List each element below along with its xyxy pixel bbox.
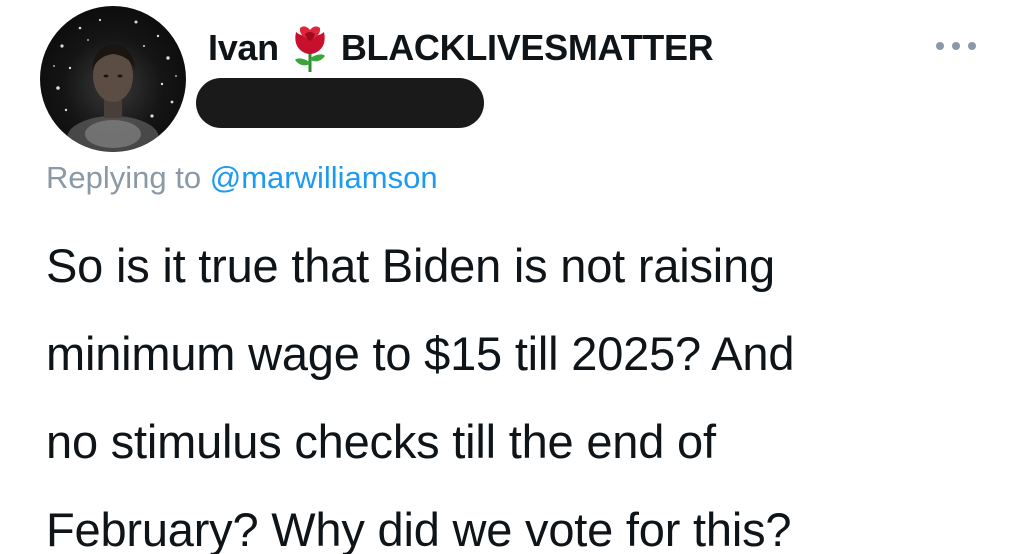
tweet-text-line: So is it true that Biden is not raising bbox=[46, 239, 775, 292]
more-options-button[interactable] bbox=[936, 34, 976, 58]
redacted-handle bbox=[196, 78, 484, 128]
replying-to: Replying to @marwilliamson bbox=[46, 160, 438, 196]
tweet-card: Ivan BLACKLIVESMATTER Replying to @marwi… bbox=[0, 0, 1024, 554]
rose-icon bbox=[287, 22, 333, 74]
avatar-image bbox=[53, 18, 177, 152]
more-horizontal-icon bbox=[952, 42, 960, 50]
tweet-text: So is it true that Biden is not raising … bbox=[46, 222, 1006, 554]
tweet-text-line: February? Why did we vote for this? bbox=[46, 503, 792, 554]
reply-mention-link[interactable]: @marwilliamson bbox=[210, 160, 438, 195]
more-horizontal-icon bbox=[936, 42, 944, 50]
tweet-text-line: minimum wage to $15 till 2025? And bbox=[46, 327, 795, 380]
avatar[interactable] bbox=[40, 6, 186, 152]
display-name-suffix[interactable]: BLACKLIVESMATTER bbox=[341, 27, 714, 69]
display-name[interactable]: Ivan bbox=[208, 27, 279, 69]
more-horizontal-icon bbox=[968, 42, 976, 50]
replying-to-label: Replying to bbox=[46, 160, 202, 195]
tweet-header: Ivan BLACKLIVESMATTER bbox=[208, 22, 714, 74]
tweet-text-line: no stimulus checks till the end of bbox=[46, 415, 716, 468]
